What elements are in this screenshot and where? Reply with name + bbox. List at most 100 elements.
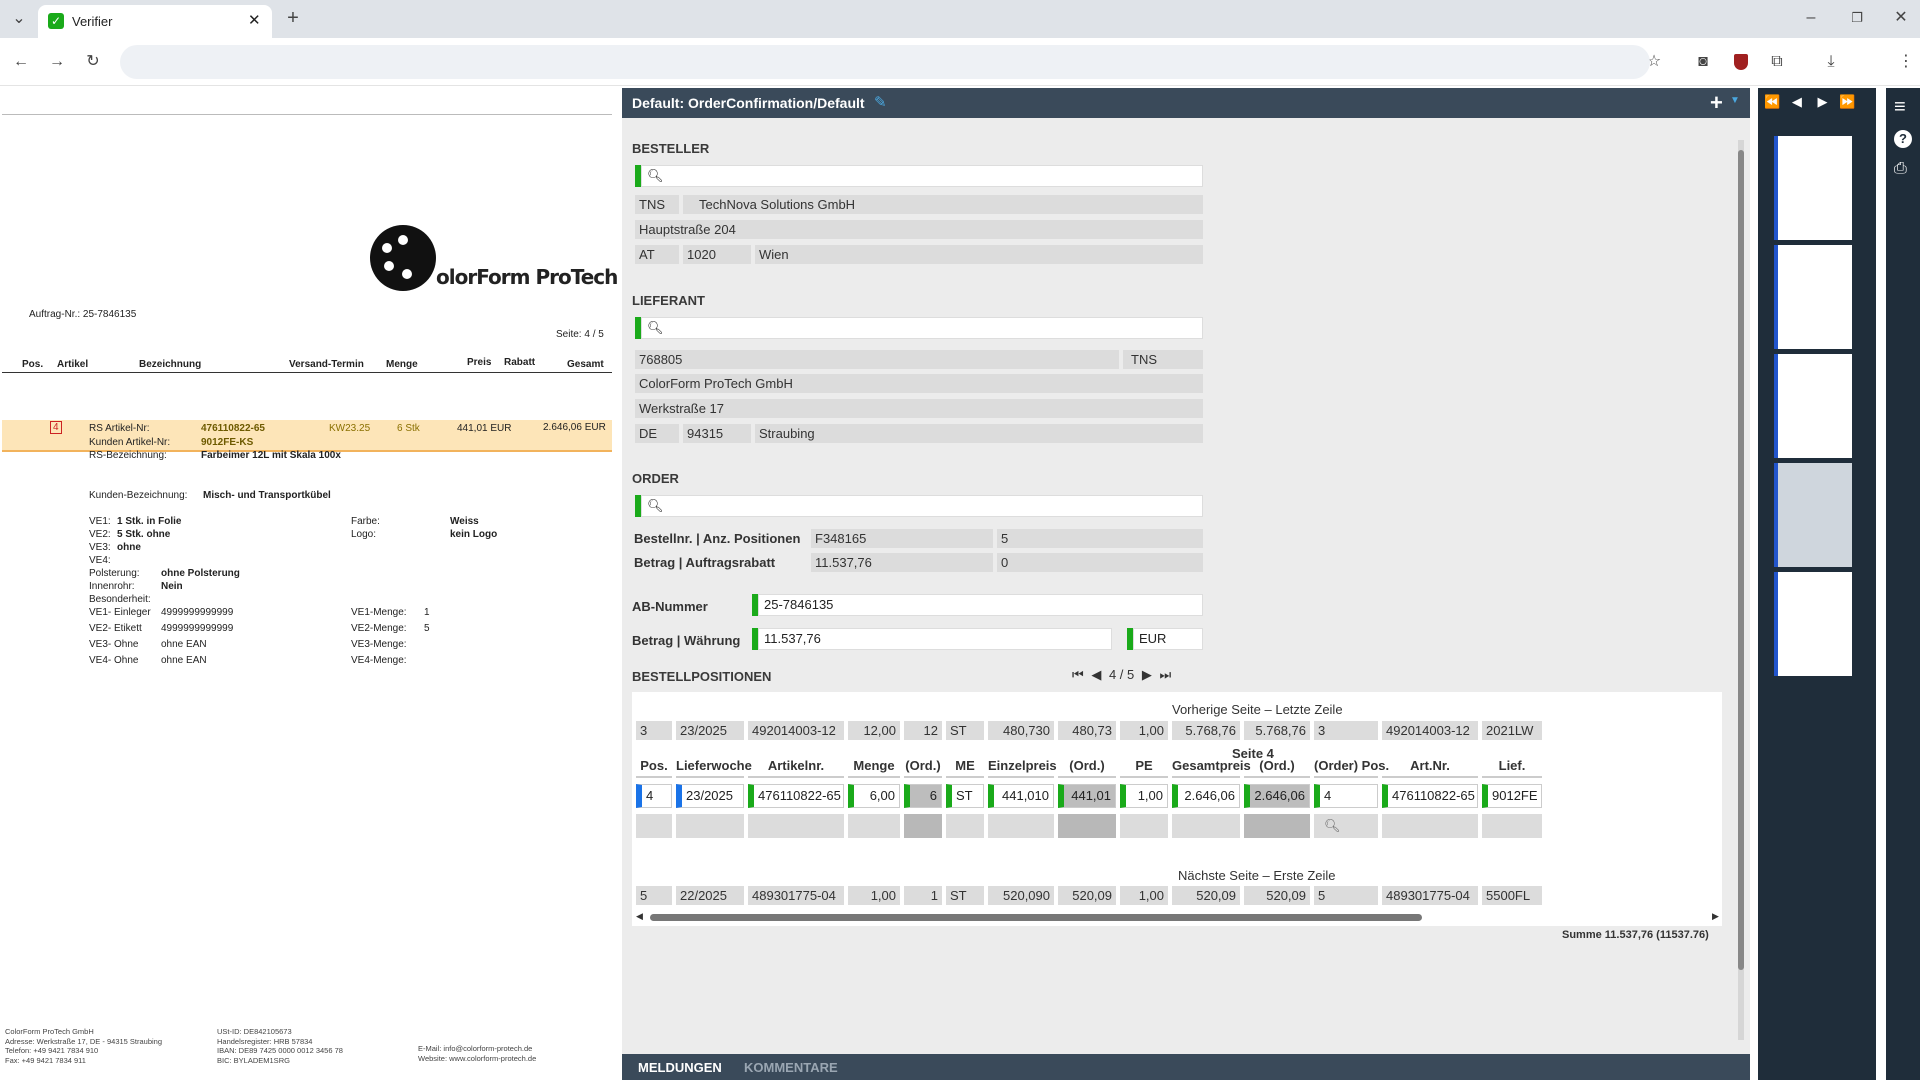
empty-row-cell[interactable] [748,814,844,838]
column-header[interactable]: Gesamtpreis [1172,756,1251,778]
prev-row-cell: 5.768,76 [1244,721,1310,740]
currency-input[interactable]: EUR [1133,628,1203,650]
close-tab-icon[interactable]: ✕ [248,11,261,29]
current-row-input[interactable]: 4 [636,784,672,808]
dropdown-arrow-icon[interactable]: ▼ [1730,95,1740,106]
shield-extension-icon[interactable] [1734,54,1748,70]
minimize-icon[interactable]: – [1800,8,1822,28]
current-row-input[interactable]: 9012FE [1482,784,1542,808]
empty-row-cell[interactable] [1382,814,1478,838]
empty-row-cell[interactable] [1058,814,1116,838]
current-row-input[interactable]: 6,00 [848,784,900,808]
besteller-search-input[interactable]: 🔍︎ [641,165,1203,187]
vertical-scrollbar-thumb[interactable] [1738,150,1744,970]
prev-page-icon[interactable]: ◀ [1091,667,1101,682]
last-page-icon[interactable]: ⏭ [1160,667,1172,682]
address-bar[interactable] [120,45,1650,79]
last-thumb-icon[interactable]: ⏩ [1839,94,1855,109]
page-thumbnail-1[interactable] [1774,136,1852,240]
current-row-input[interactable]: 476110822-65 [1382,784,1478,808]
prev-row-cell: 5.768,76 [1172,721,1240,740]
scroll-left-icon[interactable]: ◀ [636,911,643,922]
empty-row-cell[interactable] [1172,814,1240,838]
column-header[interactable]: (Order) Pos. [1314,756,1389,778]
empty-row-cell[interactable] [946,814,984,838]
betrag-input[interactable]: 11.537,76 [758,628,1112,650]
camera-icon[interactable]: ◙ [1692,52,1714,72]
empty-row-cell[interactable] [1244,814,1310,838]
extensions-puzzle-icon[interactable]: ⧉ [1766,52,1788,72]
edit-pencil-icon[interactable]: ✎ [874,93,887,111]
empty-row-cell[interactable] [636,814,672,838]
column-header[interactable]: Lief. [1482,756,1542,778]
empty-row-cell[interactable] [1120,814,1168,838]
attr-value: Nein [161,581,183,592]
attr-value: 4999999999999 [161,607,234,618]
attr-value: ohne [117,542,141,553]
horizontal-scrollbar-thumb[interactable] [650,914,1422,921]
browser-tab[interactable]: ✓ Verifier ✕ [38,5,272,38]
empty-row-cell[interactable] [988,814,1054,838]
column-header[interactable]: (Ord.) [1058,756,1116,778]
prev-thumb-icon[interactable]: ◀ [1792,94,1802,109]
reload-icon[interactable]: ↻ [82,52,104,72]
tab-search-chevron-icon[interactable]: ⌄ [8,9,30,29]
line-price: 441,01 EUR [457,423,512,434]
help-icon[interactable]: ? [1894,130,1912,148]
forward-icon[interactable]: → [46,52,68,72]
download-icon[interactable]: ⤓ [1820,52,1842,72]
column-header[interactable]: Art.Nr. [1382,756,1478,778]
current-row-input[interactable]: 2.646,06 [1172,784,1240,808]
menu-kebab-icon[interactable]: ⋮ [1895,52,1917,72]
column-header[interactable]: Artikelnr. [748,756,844,778]
next-thumb-icon[interactable]: ▶ [1817,94,1827,109]
betrag-rabatt-label: Betrag | Auftragsrabatt [634,555,776,570]
lieferant-search-input[interactable]: 🔍︎ [641,317,1203,339]
first-thumb-icon[interactable]: ⏪ [1764,94,1780,109]
hamburger-menu-icon[interactable]: ≡ [1894,96,1906,119]
page-thumbnail-5[interactable] [1774,572,1852,676]
column-header[interactable]: Lieferwoche [676,756,752,778]
page-thumbnail-3[interactable] [1774,354,1852,458]
print-icon[interactable]: ⎙ [1894,160,1907,178]
order-search-input[interactable]: 🔍︎ [641,495,1203,517]
besteller-zip: 1020 [683,245,751,264]
column-header[interactable]: Pos. [636,756,672,778]
current-row-input[interactable]: 6 [904,784,942,808]
current-row-input[interactable]: 1,00 [1120,784,1168,808]
tab-kommentare[interactable]: KOMMENTARE [744,1060,838,1075]
first-page-icon[interactable]: ⏮ [1072,667,1084,682]
next-page-icon[interactable]: ▶ [1142,667,1152,682]
farbe-label: Farbe: [351,516,380,527]
current-row-input[interactable]: 441,010 [988,784,1054,808]
page-thumbnail-2[interactable] [1774,245,1852,349]
current-row-input[interactable]: 476110822-65 [748,784,844,808]
ab-nummer-input[interactable]: 25-7846135 [758,594,1203,616]
column-header[interactable]: ME [946,756,984,778]
close-window-icon[interactable]: ✕ [1890,8,1912,28]
page-thumbnail-4[interactable] [1774,463,1852,567]
current-row-input[interactable]: ST [946,784,984,808]
column-header[interactable]: (Ord.) [904,756,942,778]
current-row-input[interactable]: 4 [1314,784,1378,808]
tab-meldungen[interactable]: MELDUNGEN [638,1060,722,1075]
back-icon[interactable]: ← [10,52,32,72]
column-header[interactable]: Einzelpreis [988,756,1057,778]
empty-row-cell[interactable] [904,814,942,838]
column-header[interactable]: (Ord.) [1244,756,1310,778]
line-pos-marker[interactable]: 4 [50,421,62,434]
new-tab-icon[interactable]: + [282,8,304,28]
row-search-icon[interactable]: 🔍︎ [1324,818,1341,834]
column-header[interactable]: Menge [848,756,900,778]
scroll-right-icon[interactable]: ▶ [1712,911,1719,922]
empty-row-cell[interactable] [848,814,900,838]
empty-row-cell[interactable] [676,814,744,838]
current-row-input[interactable]: 23/2025 [676,784,744,808]
current-row-input[interactable]: 2.646,06 [1244,784,1310,808]
column-header[interactable]: PE [1120,756,1168,778]
add-plus-icon[interactable]: + [1710,90,1723,116]
empty-row-cell[interactable] [1482,814,1542,838]
current-row-input[interactable]: 441,01 [1058,784,1116,808]
restore-icon[interactable]: ❐ [1846,8,1868,28]
vertical-scrollbar-track[interactable] [1738,140,1744,1040]
